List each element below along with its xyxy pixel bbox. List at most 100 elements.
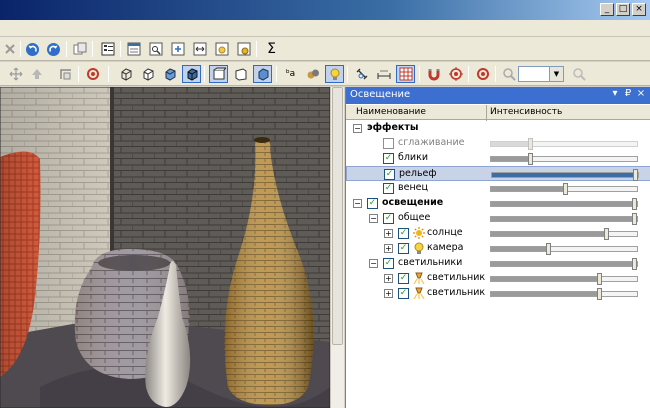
perspective-view-icon[interactable] — [231, 65, 250, 83]
enable-checkbox[interactable]: ✓ — [384, 169, 395, 180]
dimension-icon[interactable] — [374, 65, 393, 83]
column-divider[interactable] — [486, 105, 487, 121]
slider-thumb[interactable] — [528, 153, 533, 165]
sum-icon[interactable]: Σ — [262, 40, 281, 58]
find-object-icon[interactable] — [146, 40, 165, 58]
collapse-icon[interactable]: − — [353, 124, 362, 133]
tree-row[interactable]: + ✓ светильник — [346, 271, 650, 286]
measure-icon[interactable] — [352, 65, 371, 83]
tree-row[interactable]: ✓ венец — [346, 181, 650, 196]
grid-icon[interactable] — [396, 65, 415, 83]
collapse-icon[interactable]: − — [353, 199, 362, 208]
render-viewport[interactable] — [0, 87, 330, 408]
tree-row[interactable]: − ✓ общее — [346, 211, 650, 226]
tree-row[interactable]: + ✓ солнце — [346, 226, 650, 241]
tree-row[interactable]: ✓ блики — [346, 151, 650, 166]
delete-icon[interactable] — [0, 40, 19, 58]
scrollbar-thumb[interactable] — [332, 87, 343, 345]
slider-thumb[interactable] — [633, 169, 638, 181]
intensity-slider[interactable] — [491, 169, 639, 181]
tree-row[interactable]: + ✓ камера — [346, 241, 650, 256]
tree-row[interactable]: ✓ рельеф — [346, 166, 650, 181]
tree-row[interactable]: + ✓ светильник — [346, 286, 650, 301]
fit-width-icon[interactable] — [190, 40, 209, 58]
orbit-target-icon[interactable] — [473, 65, 492, 83]
panel-menu-icon[interactable]: ▾ — [610, 88, 620, 99]
properties-icon[interactable] — [98, 40, 117, 58]
pin-icon[interactable]: ₽ — [623, 88, 633, 99]
intensity-slider[interactable] — [490, 213, 638, 225]
slider-thumb[interactable] — [632, 198, 637, 210]
snap-target-icon[interactable] — [446, 65, 465, 83]
collapse-icon[interactable]: − — [369, 259, 378, 268]
slider-thumb[interactable] — [597, 288, 602, 300]
frame-icon[interactable] — [56, 65, 75, 83]
intensity-slider[interactable] — [490, 228, 638, 240]
enable-checkbox[interactable]: ✓ — [383, 183, 394, 194]
intensity-slider[interactable] — [490, 288, 638, 300]
frame-light-icon[interactable] — [212, 40, 231, 58]
intensity-slider[interactable] — [490, 198, 638, 210]
materials-icon[interactable] — [303, 65, 322, 83]
insert-object-icon[interactable] — [168, 40, 187, 58]
zoom-icon[interactable] — [499, 65, 518, 83]
enable-checkbox[interactable]: ✓ — [398, 228, 409, 239]
redo-icon[interactable] — [44, 40, 63, 58]
minimize-button[interactable]: _ — [600, 3, 614, 16]
undo-icon[interactable] — [23, 40, 42, 58]
shaded-edges-cube-icon[interactable] — [182, 65, 201, 83]
magnet-icon[interactable] — [424, 65, 443, 83]
viewport-scrollbar[interactable] — [330, 87, 344, 408]
slider-thumb[interactable] — [563, 183, 568, 195]
target-icon[interactable] — [83, 65, 102, 83]
tree-row[interactable]: − ✓ светильники — [346, 256, 650, 271]
close-button[interactable]: × — [632, 3, 646, 16]
copy-icon[interactable] — [70, 40, 89, 58]
intensity-slider[interactable] — [490, 183, 638, 195]
enable-checkbox[interactable]: ✓ — [398, 288, 409, 299]
enable-checkbox[interactable]: ✓ — [398, 273, 409, 284]
move-icon[interactable] — [6, 65, 25, 83]
shaded-cube-icon[interactable] — [160, 65, 179, 83]
orthographic-view-icon[interactable] — [209, 65, 228, 83]
lighting-icon[interactable] — [325, 65, 344, 83]
maximize-button[interactable]: □ — [616, 3, 630, 16]
close-icon[interactable]: × — [636, 88, 646, 99]
expand-icon[interactable]: + — [384, 274, 393, 283]
intensity-slider[interactable] — [490, 153, 638, 165]
expand-icon[interactable]: + — [384, 229, 393, 238]
intensity-slider[interactable] — [490, 138, 638, 150]
collapse-icon[interactable]: − — [369, 214, 378, 223]
enable-checkbox[interactable]: ✓ — [367, 198, 378, 209]
chevron-down-icon[interactable]: ▼ — [550, 66, 564, 82]
zoom-fit-icon[interactable] — [569, 65, 588, 83]
expand-icon[interactable]: + — [384, 244, 393, 253]
enable-checkbox[interactable]: ✓ — [383, 258, 394, 269]
up-icon[interactable] — [27, 65, 46, 83]
table-view-icon[interactable] — [124, 40, 143, 58]
enable-checkbox[interactable]: ✓ — [398, 243, 409, 254]
enable-checkbox[interactable]: ✓ — [383, 213, 394, 224]
zoom-input[interactable] — [518, 66, 550, 82]
slider-thumb[interactable] — [546, 243, 551, 255]
text-tool-icon[interactable]: ᵇa — [281, 65, 300, 83]
light-view-icon[interactable] — [253, 65, 272, 83]
slider-thumb[interactable] — [632, 213, 637, 225]
frame-target-icon[interactable] — [234, 40, 253, 58]
hidden-line-cube-icon[interactable] — [138, 65, 157, 83]
intensity-slider[interactable] — [490, 273, 638, 285]
slider-thumb[interactable] — [528, 138, 533, 150]
slider-thumb[interactable] — [597, 273, 602, 285]
slider-thumb[interactable] — [604, 228, 609, 240]
tree-row[interactable]: сглаживание — [346, 136, 650, 151]
expand-icon[interactable]: + — [384, 289, 393, 298]
tree-row[interactable]: − ✓ освещение — [346, 196, 650, 211]
tree-row[interactable]: − эффекты — [346, 121, 650, 136]
column-header-intensity[interactable]: Интенсивность — [490, 107, 562, 117]
enable-checkbox[interactable]: ✓ — [383, 153, 394, 164]
intensity-slider[interactable] — [490, 258, 638, 270]
enable-checkbox[interactable] — [383, 138, 394, 149]
intensity-slider[interactable] — [490, 243, 638, 255]
slider-thumb[interactable] — [632, 258, 637, 270]
wireframe-cube-icon[interactable] — [116, 65, 135, 83]
